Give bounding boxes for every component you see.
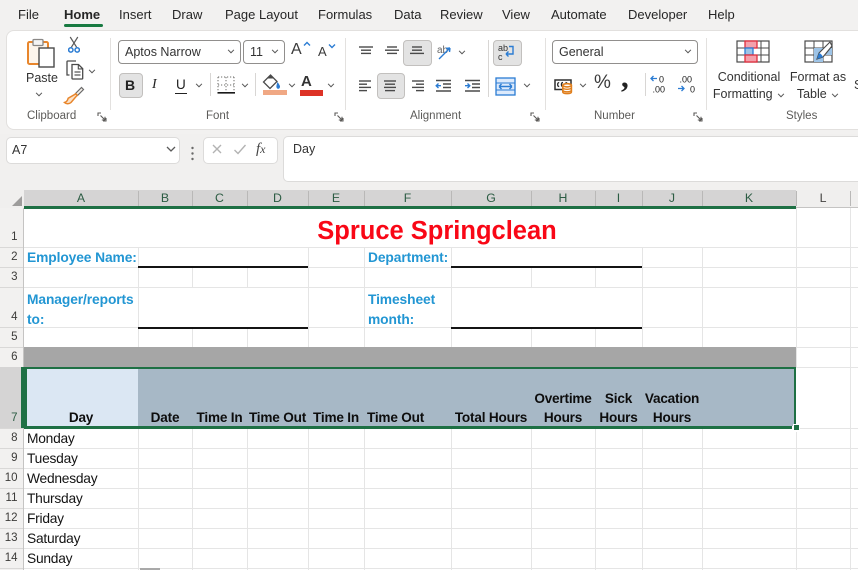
svg-text:.00: .00 (680, 75, 693, 85)
svg-text:.00: .00 (653, 85, 666, 95)
svg-text:0: 0 (659, 75, 664, 85)
svg-text:c: c (498, 52, 503, 62)
svg-text:0: 0 (690, 85, 695, 95)
